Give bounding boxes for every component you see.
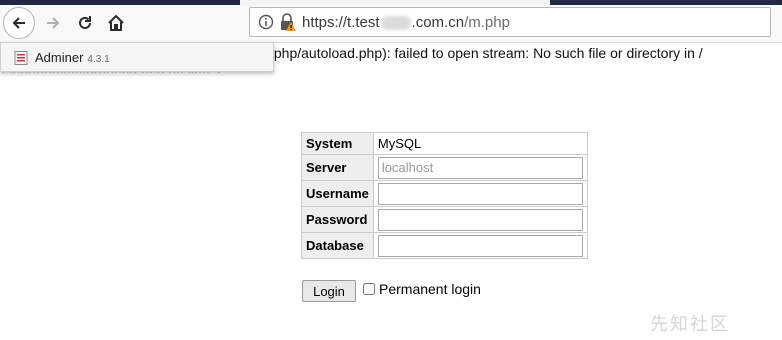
address-bar[interactable]: https://t.test .com.cn/m.php [249, 7, 771, 37]
home-icon [108, 14, 124, 31]
arrow-left-icon [12, 17, 25, 29]
database-input[interactable] [377, 234, 583, 257]
info-icon[interactable] [258, 14, 274, 30]
system-value[interactable]: MySQL [372, 132, 588, 155]
back-button[interactable] [3, 7, 35, 39]
login-row-system: System MySQL [301, 132, 588, 155]
url-redacted-blur [380, 16, 411, 31]
username-label: Username [301, 180, 374, 207]
arrow-right-icon [47, 17, 60, 29]
insecure-lock-icon[interactable] [279, 12, 297, 32]
login-row-password: Password [301, 206, 588, 233]
tab-popup-title: Adminer 4.3.1 [35, 50, 110, 65]
permanent-login-checkbox[interactable] [363, 283, 375, 295]
tab-popup-app-name: Adminer [35, 50, 84, 65]
url-domain-suffix: .com.cn [411, 14, 465, 31]
login-row-server: Server [301, 154, 588, 181]
url-prefix: https://t.test [302, 14, 380, 31]
login-button[interactable]: Login [302, 280, 356, 302]
url-text: https://t.test .com.cn/m.php [302, 14, 510, 31]
system-label: System [301, 132, 374, 155]
watermark-text: 先知社区 [650, 314, 730, 334]
reload-icon [79, 16, 91, 29]
server-label: Server [301, 154, 374, 181]
password-input[interactable] [377, 208, 583, 231]
password-label: Password [301, 206, 374, 233]
username-input[interactable] [377, 182, 583, 205]
login-form-table: System MySQL Server Username Password Da… [301, 132, 588, 259]
permanent-login-option[interactable]: Permanent login [363, 281, 481, 297]
error-message-line-1: .php/autoload.php): failed to open strea… [270, 45, 703, 61]
login-row-database: Database [301, 232, 588, 259]
reload-button[interactable] [70, 8, 100, 38]
database-label: Database [301, 232, 374, 259]
tab-popup-version: 4.3.1 [87, 54, 110, 65]
server-input[interactable] [377, 156, 583, 179]
browser-toolbar: https://t.test .com.cn/m.php [0, 5, 782, 43]
url-path: /m.php [464, 14, 510, 31]
login-row-username: Username [301, 180, 588, 207]
forward-button[interactable] [38, 8, 68, 38]
tab-preview-popup[interactable]: Adminer 4.3.1 [0, 42, 274, 72]
permanent-login-label: Permanent login [379, 281, 481, 297]
adminer-favicon-icon [14, 51, 28, 65]
home-button[interactable] [101, 8, 131, 38]
